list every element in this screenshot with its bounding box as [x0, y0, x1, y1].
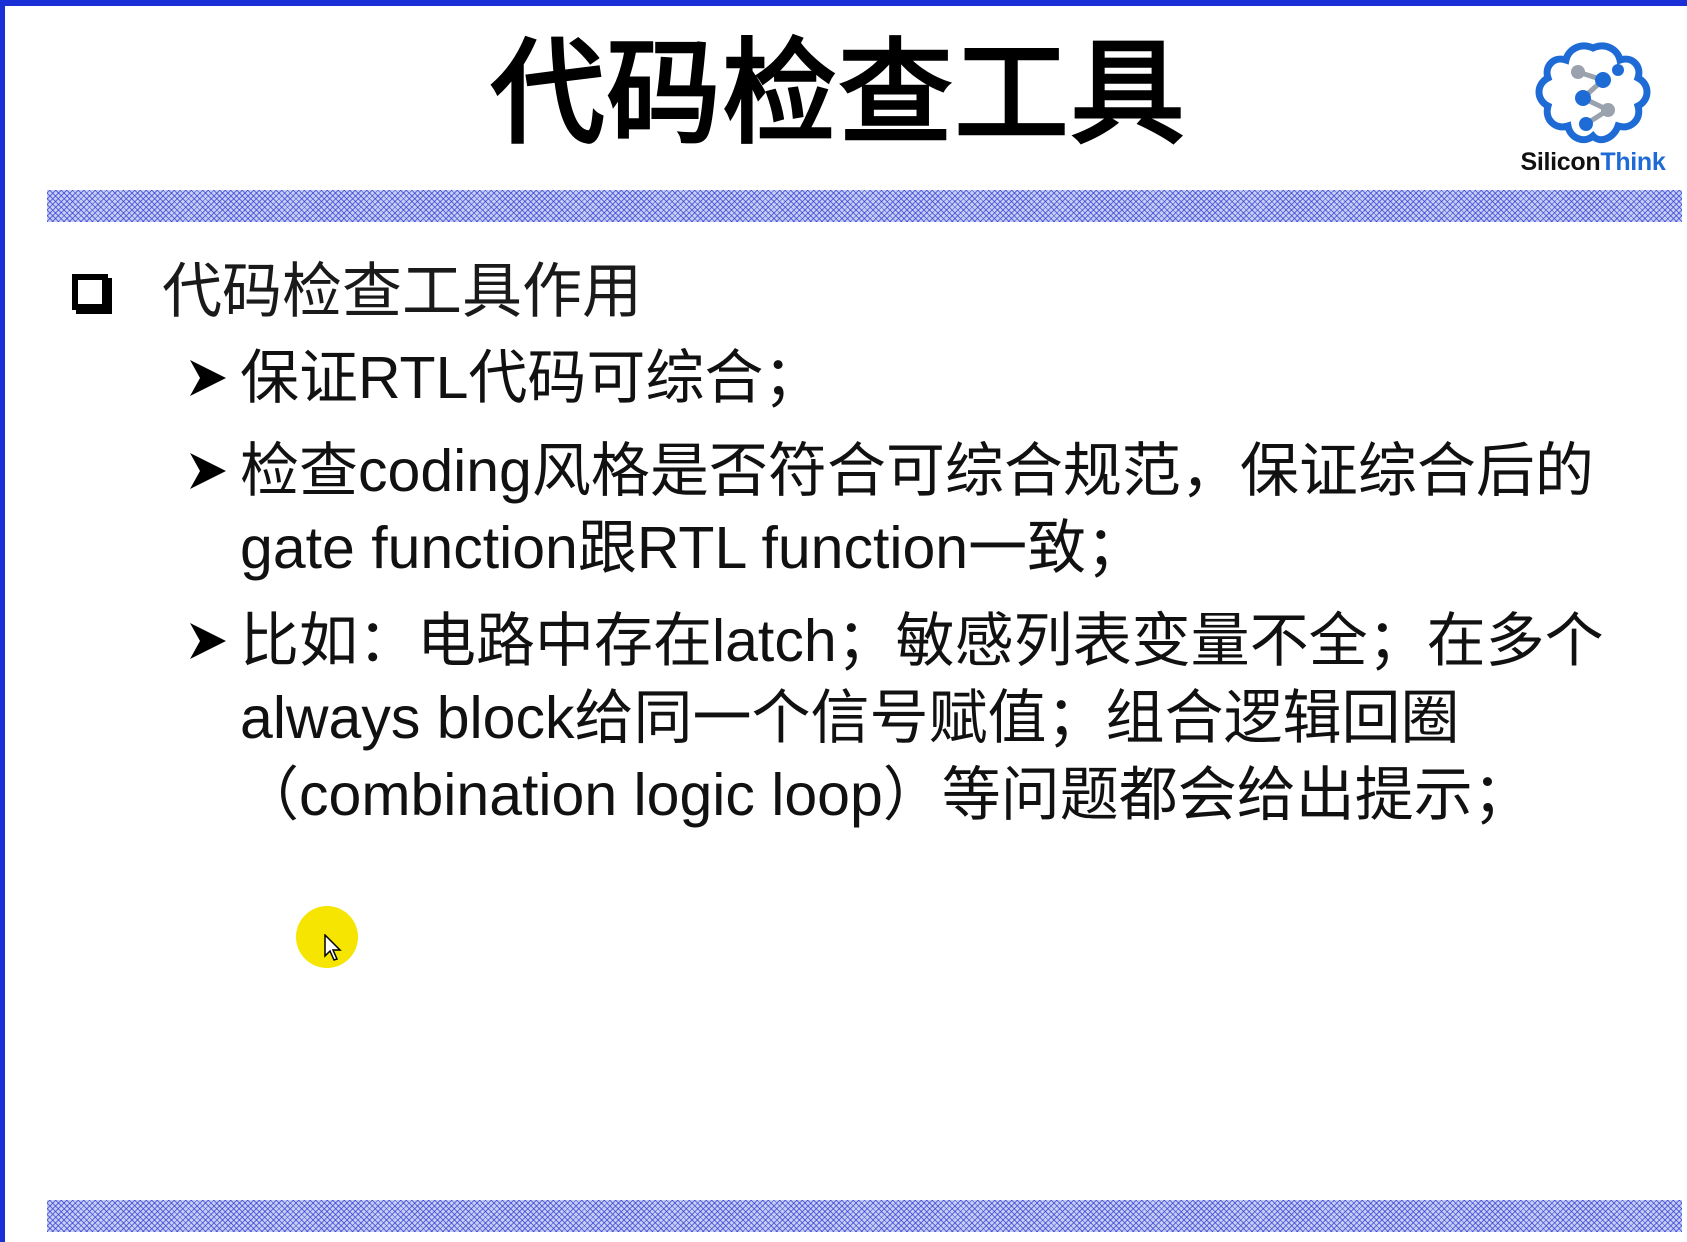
list-item-text: 保证RTL代码可综合；	[240, 345, 823, 411]
arrow-bullet-icon	[188, 433, 232, 509]
silicon-think-logo-icon	[1535, 42, 1651, 144]
list-item: 保证RTL代码可综合；	[188, 340, 1658, 417]
mouse-pointer-icon	[324, 934, 342, 961]
logo-wordmark-prefix: Silicon	[1520, 148, 1601, 176]
list-item: 检查coding风格是否符合可综合规范，保证综合后的gate function跟…	[188, 433, 1658, 587]
arrow-bullet-icon	[188, 603, 232, 679]
footer-divider-band	[47, 1200, 1682, 1232]
list-item-text: 比如：电路中存在latch；敏感列表变量不全；在多个always block给同…	[240, 608, 1604, 828]
header-divider-band	[47, 190, 1682, 222]
slide-frame-left	[0, 0, 5, 1242]
slide-frame-top	[0, 0, 1687, 6]
logo-wordmark: SiliconThink	[1508, 148, 1678, 177]
silicon-think-logo: SiliconThink	[1508, 40, 1678, 190]
section-heading-row: 代码检查工具作用	[72, 254, 642, 330]
bullet-list: 保证RTL代码可综合； 检查coding风格是否符合可综合规范，保证综合后的ga…	[188, 340, 1658, 850]
section-heading: 代码检查工具作用	[162, 257, 642, 327]
checkbox-bullet-icon	[72, 274, 108, 310]
list-item-text: 检查coding风格是否符合可综合规范，保证综合后的gate function跟…	[240, 438, 1594, 581]
arrow-bullet-icon	[188, 340, 232, 416]
logo-wordmark-accent: Think	[1600, 148, 1666, 176]
list-item: 比如：电路中存在latch；敏感列表变量不全；在多个always block给同…	[188, 603, 1658, 834]
slide-title: 代码检查工具	[490, 27, 1187, 160]
